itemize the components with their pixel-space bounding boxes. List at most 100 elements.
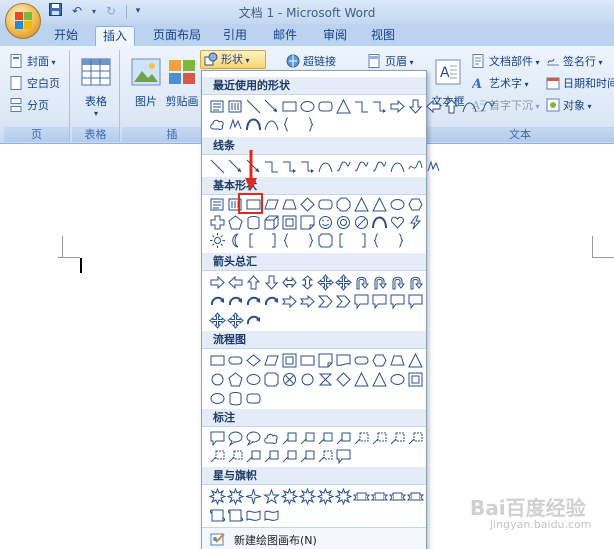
shape-star5-icon[interactable] [262, 487, 280, 505]
shape-fold-icon[interactable] [298, 213, 316, 231]
shape-cyl-icon[interactable] [244, 213, 262, 231]
undo-icon[interactable]: ↶ [68, 3, 86, 20]
shape-burst-icon[interactable] [208, 487, 226, 505]
shape-lcallout-icon[interactable] [262, 447, 280, 465]
shape-oct-icon[interactable] [334, 195, 352, 213]
shape-brace-icon[interactable] [370, 231, 388, 249]
shape-arc-icon[interactable] [244, 115, 262, 133]
shape-frame-icon[interactable] [280, 351, 298, 369]
shape-quad-icon[interactable] [316, 273, 334, 291]
shape-circarr-icon[interactable] [208, 292, 226, 310]
shape-cube-icon[interactable] [262, 213, 280, 231]
shape-scribble-icon[interactable] [226, 115, 244, 133]
shape-lrarrow-icon[interactable] [280, 273, 298, 291]
shape-elbow-icon[interactable] [262, 157, 280, 175]
cover-page-button[interactable]: 封面 ▾ [8, 52, 56, 71]
shape-callout-icon[interactable] [406, 292, 424, 310]
blank-page-button[interactable]: 空白页 [8, 74, 60, 93]
shape-pent-icon[interactable] [226, 213, 244, 231]
shape-callout-icon[interactable] [388, 292, 406, 310]
shape-uturn-icon[interactable] [388, 273, 406, 291]
shape-free-icon[interactable] [406, 157, 424, 175]
shape-ribbon-icon[interactable] [406, 487, 424, 505]
shape-tri-icon[interactable] [370, 370, 388, 388]
shape-callout-icon[interactable] [370, 292, 388, 310]
shape-lcallout-icon[interactable] [298, 447, 316, 465]
shape-brace-icon[interactable] [280, 231, 298, 249]
shape-burst-icon[interactable] [280, 487, 298, 505]
shape-circarr-icon[interactable] [226, 292, 244, 310]
shape-diamond-icon[interactable] [298, 195, 316, 213]
shape-cyl-icon[interactable] [226, 389, 244, 407]
shape-rect-icon[interactable] [280, 97, 298, 115]
shape-burst-icon[interactable] [298, 487, 316, 505]
shape-larrow-icon[interactable] [424, 97, 442, 115]
shape-tri-icon[interactable] [352, 195, 370, 213]
shape-burst-icon[interactable] [316, 487, 334, 505]
shape-ribbon-icon[interactable] [370, 487, 388, 505]
shape-lcallout-icon[interactable] [298, 429, 316, 447]
shape-scurve-icon[interactable] [478, 97, 496, 115]
shape-oval-icon[interactable] [298, 97, 316, 115]
shape-oval-icon[interactable] [244, 370, 262, 388]
shape-tri-icon[interactable] [370, 195, 388, 213]
shape-textbox-icon[interactable] [208, 97, 226, 115]
shape-frame-icon[interactable] [280, 213, 298, 231]
tab-references[interactable]: 引用 [218, 26, 252, 46]
shape-rarrow-icon[interactable] [388, 97, 406, 115]
shape-pent-icon[interactable] [226, 370, 244, 388]
shape-star4-icon[interactable] [244, 487, 262, 505]
shape-dcallout-icon[interactable] [208, 447, 226, 465]
shape-donut-icon[interactable] [334, 213, 352, 231]
shape-darrow-icon[interactable] [406, 97, 424, 115]
shape-cloud-icon[interactable] [208, 115, 226, 133]
shape-callout-icon[interactable] [208, 429, 226, 447]
shape-ribbon-icon[interactable] [388, 487, 406, 505]
shape-para-icon[interactable] [262, 351, 280, 369]
shape-circ-icon[interactable] [208, 370, 226, 388]
shape-circarr-icon[interactable] [244, 311, 262, 329]
quick-parts-button[interactable]: 文档部件 ▾ [470, 52, 540, 71]
shape-tri-icon[interactable] [334, 97, 352, 115]
shape-curve-icon[interactable] [316, 157, 334, 175]
shape-plus-icon[interactable] [208, 213, 226, 231]
page-break-button[interactable]: 分页 [8, 96, 49, 115]
tab-review[interactable]: 审阅 [318, 26, 352, 46]
shape-scroll-icon[interactable] [226, 506, 244, 524]
shape-uarrow-icon[interactable] [442, 97, 460, 115]
shape-smile-icon[interactable] [316, 213, 334, 231]
shape-elbowarr-icon[interactable] [370, 97, 388, 115]
shape-wave-icon[interactable] [244, 506, 262, 524]
shape-diamond-icon[interactable] [334, 370, 352, 388]
shape-doc-icon[interactable] [334, 351, 352, 369]
shape-rbracket-icon[interactable] [352, 231, 370, 249]
customize-qat-icon[interactable]: ▾ [133, 3, 143, 20]
shape-elbow-icon[interactable] [352, 97, 370, 115]
shape-hex-icon[interactable] [406, 195, 424, 213]
shape-tri-icon[interactable] [406, 351, 424, 369]
shape-circarr-icon[interactable] [262, 292, 280, 310]
shape-curve-icon[interactable] [460, 97, 478, 115]
shape-dcallout-icon[interactable] [316, 447, 334, 465]
object-button[interactable]: 对象 ▾ [544, 96, 592, 115]
shape-ocallout-icon[interactable] [244, 429, 262, 447]
clipart-button[interactable]: 剪贴画 [160, 56, 204, 109]
shape-elbowarr-icon[interactable] [298, 157, 316, 175]
shape-udarrow-icon[interactable] [298, 273, 316, 291]
shape-term-icon[interactable] [226, 351, 244, 369]
shape-term-icon[interactable] [352, 351, 370, 369]
tab-home[interactable]: 开始 [47, 26, 85, 46]
table-button[interactable]: 表格 ▾ [74, 56, 118, 118]
shape-lcallout-icon[interactable] [334, 429, 352, 447]
shape-curve-icon[interactable] [388, 157, 406, 175]
shape-arc-icon[interactable] [370, 213, 388, 231]
shape-rrect-icon[interactable] [244, 389, 262, 407]
shapes-button[interactable]: 形状 ▾ [200, 50, 266, 69]
shape-moon-icon[interactable] [226, 231, 244, 249]
shape-scurve-icon[interactable] [352, 157, 370, 175]
shape-arrowline-icon[interactable] [262, 97, 280, 115]
tab-insert[interactable]: 插入 [95, 26, 135, 46]
shape-rarrow-icon[interactable] [208, 273, 226, 291]
shape-hex-icon[interactable] [370, 351, 388, 369]
shape-quad-icon[interactable] [208, 311, 226, 329]
